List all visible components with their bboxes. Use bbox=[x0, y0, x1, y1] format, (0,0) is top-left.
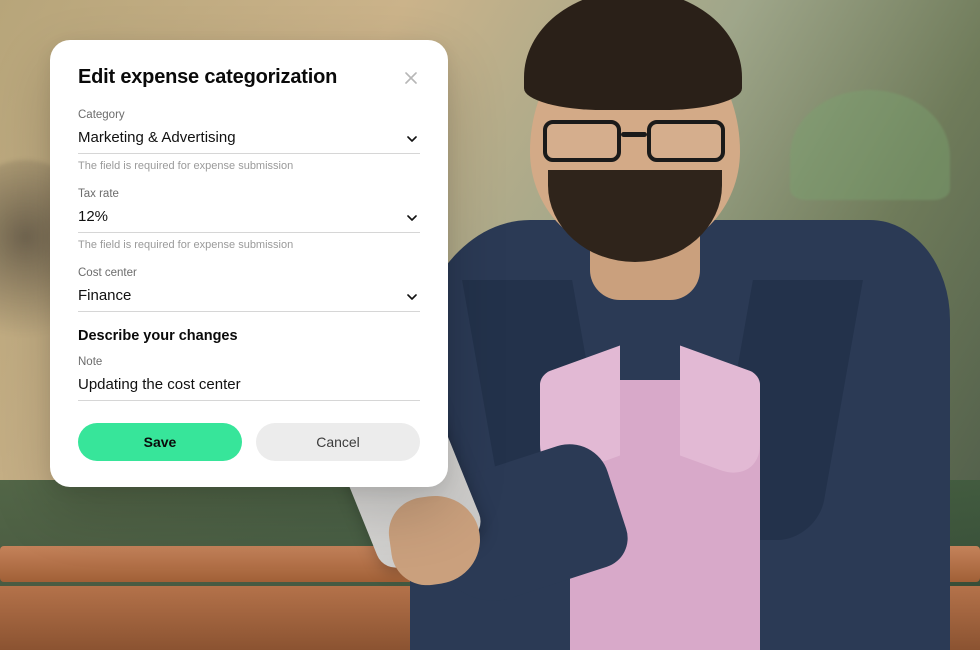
category-value: Marketing & Advertising bbox=[78, 129, 236, 146]
field-cost-center: Cost center Finance bbox=[78, 267, 420, 312]
chevron-down-icon bbox=[406, 133, 418, 145]
field-category: Category Marketing & Advertising The fie… bbox=[78, 109, 420, 172]
modal-title: Edit expense categorization bbox=[78, 66, 337, 89]
photo-person bbox=[390, 30, 950, 650]
save-button[interactable]: Save bbox=[78, 423, 242, 461]
cost-center-select[interactable]: Finance bbox=[78, 283, 420, 312]
close-icon[interactable] bbox=[402, 69, 420, 87]
section-title-changes: Describe your changes bbox=[78, 328, 420, 344]
field-note: Note bbox=[78, 356, 420, 401]
note-input-wrap bbox=[78, 372, 420, 401]
helper-text-tax-rate: The field is required for expense submis… bbox=[78, 239, 420, 251]
category-select[interactable]: Marketing & Advertising bbox=[78, 125, 420, 154]
chevron-down-icon bbox=[406, 212, 418, 224]
tax-rate-value: 12% bbox=[78, 208, 108, 225]
tax-rate-select[interactable]: 12% bbox=[78, 204, 420, 233]
chevron-down-icon bbox=[406, 291, 418, 303]
field-label-note: Note bbox=[78, 356, 420, 368]
note-input[interactable] bbox=[78, 376, 420, 393]
field-tax-rate: Tax rate 12% The field is required for e… bbox=[78, 188, 420, 251]
cancel-button[interactable]: Cancel bbox=[256, 423, 420, 461]
cost-center-value: Finance bbox=[78, 287, 131, 304]
field-label-cost-center: Cost center bbox=[78, 267, 420, 279]
modal-actions: Save Cancel bbox=[78, 423, 420, 461]
edit-expense-modal: Edit expense categorization Category Mar… bbox=[50, 40, 448, 487]
field-label-category: Category bbox=[78, 109, 420, 121]
app-stage: Edit expense categorization Category Mar… bbox=[0, 0, 980, 650]
helper-text-category: The field is required for expense submis… bbox=[78, 160, 420, 172]
field-label-tax-rate: Tax rate bbox=[78, 188, 420, 200]
modal-header: Edit expense categorization bbox=[78, 66, 420, 89]
